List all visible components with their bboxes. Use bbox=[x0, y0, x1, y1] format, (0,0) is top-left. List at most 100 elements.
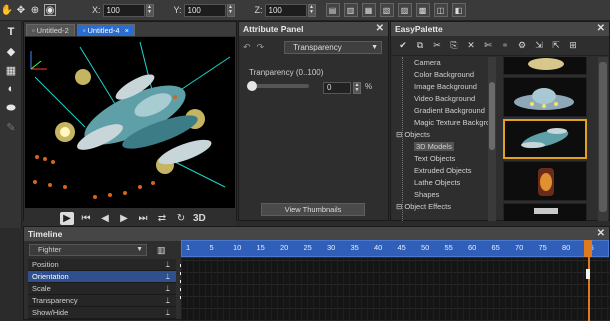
tree-item-lathe-objects[interactable]: Lathe Objects bbox=[392, 177, 488, 189]
transparency-spinner[interactable]: ▲ ▼ bbox=[353, 82, 361, 94]
track-label: Transparency bbox=[32, 296, 78, 305]
delete-icon[interactable]: ✕ bbox=[465, 40, 477, 51]
z-input[interactable]: 100 bbox=[264, 3, 307, 17]
distribute-icon[interactable]: ▧ bbox=[379, 3, 394, 17]
tab-untitled-4[interactable]: ▫ Untitled-4 × bbox=[76, 24, 135, 37]
link-icon[interactable]: ⚭ bbox=[499, 40, 511, 51]
pin-icon[interactable]: ⍊ bbox=[166, 307, 170, 319]
extrude-tool-icon[interactable]: ◆ bbox=[3, 43, 19, 59]
align-left-icon[interactable]: ▤ bbox=[325, 3, 340, 17]
loop-icon[interactable]: ↻ bbox=[174, 213, 188, 224]
pin-icon[interactable]: ⍊ bbox=[166, 283, 170, 295]
go-to-start-icon[interactable]: ⏮ bbox=[79, 213, 93, 224]
thumbnail-fighter[interactable] bbox=[503, 119, 587, 159]
add-folder-icon[interactable]: ⊞ bbox=[567, 40, 579, 51]
tree-item-image-background[interactable]: Image Background bbox=[392, 81, 488, 93]
apply-icon[interactable]: ✔ bbox=[397, 40, 409, 51]
tree-item-3d-models[interactable]: 3D Models bbox=[392, 141, 488, 153]
pin-icon[interactable]: ⍊ bbox=[166, 259, 170, 271]
text-tool-icon[interactable]: T bbox=[3, 24, 19, 40]
track-transparency[interactable]: Transparency ⍊ bbox=[28, 295, 176, 307]
z-spinner[interactable]: ▲ ▼ bbox=[307, 3, 316, 17]
import-icon[interactable]: ⇲ bbox=[533, 40, 545, 51]
tree-item-objects[interactable]: ⊟ Objects bbox=[392, 129, 488, 141]
copy-icon[interactable]: ⧉ bbox=[414, 40, 426, 51]
tree-item-text-objects[interactable]: Text Objects bbox=[392, 153, 488, 165]
reset-view-icon[interactable]: ◉ bbox=[44, 4, 56, 16]
track-position[interactable]: Position ⍊ bbox=[28, 259, 176, 271]
track-show-hide[interactable]: Show/Hide ⍊ bbox=[28, 307, 176, 319]
thumbnail-ufo[interactable] bbox=[503, 77, 587, 117]
transparency-label: Tranparency (0..100) bbox=[249, 68, 324, 77]
object-select[interactable]: Fighter ▼ bbox=[29, 244, 147, 256]
align-center-icon[interactable]: ▥ bbox=[343, 3, 358, 17]
attribute-dropdown[interactable]: Transparency ▼ bbox=[284, 40, 383, 54]
tab-label: Untitled-2 bbox=[36, 25, 69, 35]
tree-item-magic-texture[interactable]: Magic Texture Background bbox=[392, 117, 488, 129]
edit-tool-icon[interactable]: ✎ bbox=[3, 119, 19, 135]
collapse-icon[interactable]: ⊟ bbox=[396, 202, 402, 211]
view-thumbnails-button[interactable]: View Thumbnails bbox=[261, 203, 365, 216]
playhead[interactable] bbox=[588, 240, 590, 321]
lock-icon[interactable]: ◫ bbox=[433, 3, 448, 17]
align-right-icon[interactable]: ▦ bbox=[361, 3, 376, 17]
tree-item-shapes[interactable]: Shapes bbox=[392, 189, 488, 201]
scene-canvas[interactable] bbox=[25, 37, 235, 208]
keyframe-grid[interactable] bbox=[181, 258, 609, 321]
slider-handle[interactable] bbox=[247, 81, 257, 91]
x-input[interactable]: 100 bbox=[102, 3, 145, 17]
zoom-object-icon[interactable]: ⊕ bbox=[28, 3, 42, 17]
tree-item-object-effects[interactable]: ⊟ Object Effects bbox=[392, 201, 488, 213]
model-tool-icon[interactable]: ◐ bbox=[3, 81, 19, 97]
palette-scroll-thumb[interactable] bbox=[599, 62, 607, 212]
bike-icon[interactable]: ⚙ bbox=[516, 40, 528, 51]
group-icon[interactable]: ▨ bbox=[397, 3, 412, 17]
go-to-end-icon[interactable]: ⏭ bbox=[136, 213, 150, 224]
cut-item-icon[interactable]: ✄ bbox=[482, 40, 494, 51]
pin-icon[interactable]: ⍊ bbox=[166, 271, 170, 283]
tree-item-gradient-background[interactable]: Gradient Background bbox=[392, 105, 488, 117]
tree-item-color-background[interactable]: Color Background bbox=[392, 69, 488, 81]
tree-item-label: Shapes bbox=[414, 190, 440, 199]
track-orientation[interactable]: Orientation ⍊ bbox=[28, 271, 176, 283]
swap-icon[interactable]: ⇄ bbox=[155, 213, 169, 224]
tree-item-extruded-objects[interactable]: Extruded Objects bbox=[392, 165, 488, 177]
timeline-ruler[interactable]: 1510152025303540455055606570758085 bbox=[181, 240, 609, 257]
thumbnail-chair[interactable] bbox=[503, 203, 587, 221]
transparency-input[interactable]: 0 bbox=[323, 82, 351, 94]
pan-hand-icon[interactable]: ✋ bbox=[0, 3, 14, 17]
close-icon[interactable]: × bbox=[125, 25, 129, 37]
object-select-value: Fighter bbox=[38, 245, 62, 254]
lathe-tool-icon[interactable]: ▦ bbox=[3, 62, 19, 78]
tab-untitled-2[interactable]: ▫ Untitled-2 bbox=[26, 24, 75, 36]
track-options-icon[interactable]: ▥ bbox=[157, 245, 166, 256]
ungroup-icon[interactable]: ▩ bbox=[415, 3, 430, 17]
y-input[interactable]: 100 bbox=[183, 3, 226, 17]
y-spinner[interactable]: ▲ ▼ bbox=[226, 3, 235, 17]
tree-item-camera[interactable]: Camera bbox=[392, 57, 488, 69]
tree-scroll-thumb[interactable] bbox=[489, 82, 495, 150]
close-icon[interactable]: ✕ bbox=[376, 22, 384, 36]
rotate-object-icon[interactable]: ✥ bbox=[14, 3, 28, 17]
export-icon[interactable]: ⇱ bbox=[550, 40, 562, 51]
cut-icon[interactable]: ✂ bbox=[431, 40, 443, 51]
layer-icon[interactable]: ◧ bbox=[451, 3, 466, 17]
play-button[interactable]: ▶ bbox=[60, 211, 74, 225]
paste-icon[interactable]: ⎘ bbox=[448, 40, 460, 51]
redo-icon[interactable]: ↷ bbox=[257, 42, 265, 53]
step-forward-icon[interactable]: ▶ bbox=[117, 213, 131, 224]
track-scale[interactable]: Scale ⍊ bbox=[28, 283, 176, 295]
x-spinner[interactable]: ▲ ▼ bbox=[145, 3, 154, 17]
step-back-icon[interactable]: ◀ bbox=[98, 213, 112, 224]
thumbnail-lantern[interactable] bbox=[503, 161, 587, 201]
shape-tool-icon[interactable]: ⬬ bbox=[3, 100, 19, 116]
tree-item-video-background[interactable]: Video Background bbox=[392, 93, 488, 105]
close-icon[interactable]: ✕ bbox=[597, 227, 605, 241]
undo-icon[interactable]: ↶ bbox=[243, 42, 251, 53]
3d-mode-button[interactable]: 3D bbox=[193, 213, 206, 224]
selected-keyframe[interactable] bbox=[586, 269, 590, 279]
collapse-icon[interactable]: ⊟ bbox=[396, 130, 402, 139]
pin-icon[interactable]: ⍊ bbox=[166, 295, 170, 307]
close-icon[interactable]: ✕ bbox=[597, 22, 605, 36]
thumbnail-lamp[interactable] bbox=[503, 57, 587, 75]
